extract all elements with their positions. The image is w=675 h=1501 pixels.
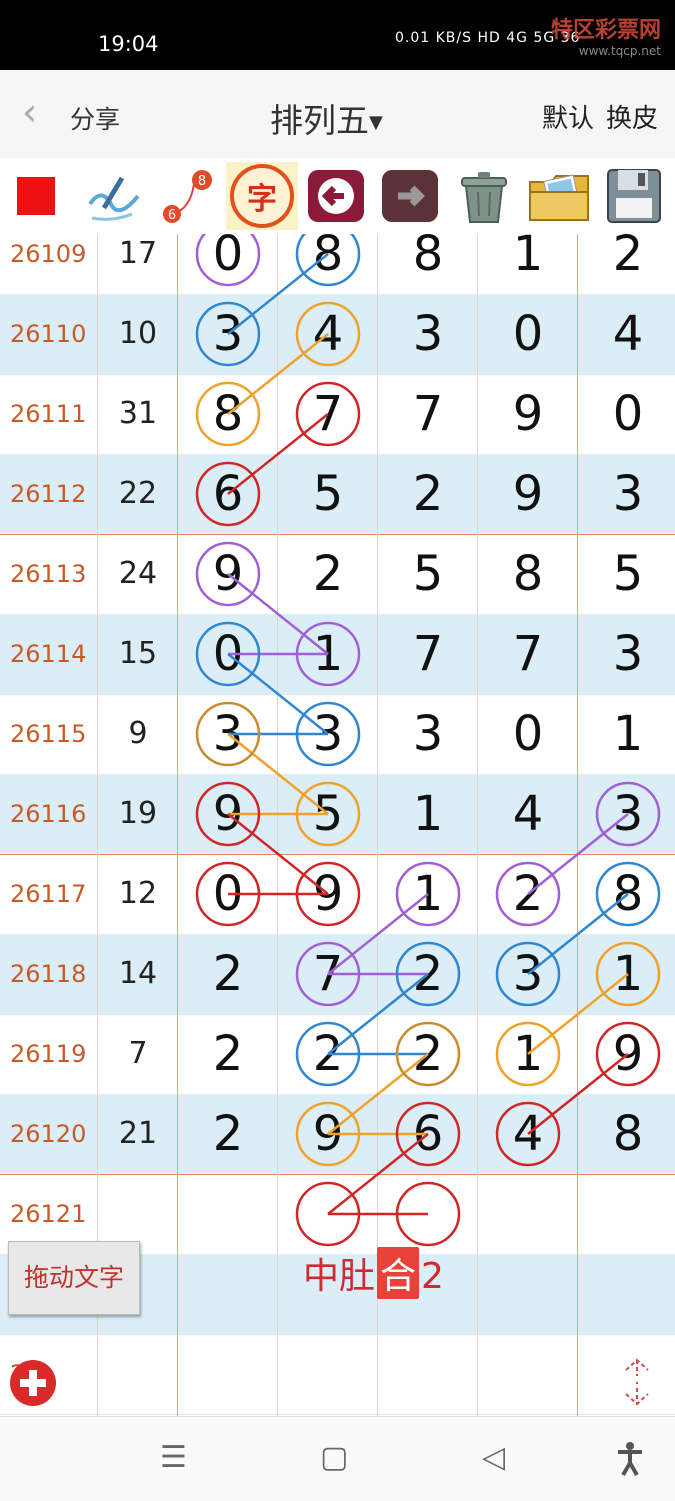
- draw-grid[interactable]: 26109 17 0 8 8 1 2 26110 10 3 4 3 0 4 26111 31 8 7 7 9 0 2611…: [0, 234, 675, 1416]
- connector-line: [527, 813, 629, 895]
- connector-line: [527, 1053, 629, 1135]
- circle-mark: [195, 234, 261, 287]
- floppy-save-icon[interactable]: [600, 162, 668, 230]
- lottery-type-dropdown[interactable]: 排列五▼: [270, 94, 383, 142]
- connector-line: [227, 733, 329, 815]
- connector-line: [227, 413, 329, 495]
- connector-line: [227, 333, 329, 415]
- drag-text-button[interactable]: 拖动文字: [8, 1241, 140, 1315]
- home-icon[interactable]: ▢: [320, 1443, 348, 1473]
- status-time: 19:04: [98, 32, 159, 56]
- text-annotation[interactable]: 中肚合 2: [303, 1247, 444, 1299]
- text-char-icon[interactable]: 字: [226, 162, 298, 230]
- system-nav-bar: ☰ ▢ ◁: [0, 1416, 675, 1501]
- watermark-logo: 特区彩票网: [550, 18, 661, 43]
- drawing-toolbar: 68 字: [0, 158, 675, 234]
- menu-icon[interactable]: ☰: [160, 1443, 187, 1473]
- redo-arrow-icon[interactable]: [376, 162, 444, 230]
- up-down-arrows-icon[interactable]: [620, 1356, 654, 1408]
- back-icon[interactable]: ◁: [482, 1443, 505, 1473]
- connector-line: [527, 893, 629, 975]
- red-square-icon[interactable]: [2, 162, 70, 230]
- pen-curve-icon[interactable]: [78, 162, 146, 230]
- accessibility-icon[interactable]: [616, 1441, 644, 1477]
- annotation-text: 中肚: [303, 1256, 376, 1297]
- change-skin-button[interactable]: 换皮: [606, 98, 658, 135]
- annotation-number: 2: [421, 1256, 444, 1297]
- connector-line: [227, 653, 329, 735]
- watermark-url: www.tqcp.net: [578, 44, 661, 58]
- connector-line: [227, 573, 329, 655]
- chevron-left-icon[interactable]: ‹: [22, 92, 37, 132]
- status-bar: 19:04 0.01 KB/S HD 4G 5G 36 特区彩票网 www.tq…: [0, 0, 675, 70]
- connector-line: [327, 1133, 429, 1215]
- triangle-down-icon: ▼: [369, 112, 383, 133]
- share-button[interactable]: 分享: [70, 100, 120, 136]
- plus-circle-icon[interactable]: [10, 1360, 56, 1406]
- undo-arrow-icon[interactable]: [302, 162, 370, 230]
- connector-line: [327, 1053, 429, 1135]
- trash-can-icon[interactable]: [450, 162, 518, 230]
- title-bar: ‹ 分享 排列五▼ 默认 换皮: [0, 70, 675, 159]
- link-icon-a: 6: [168, 208, 176, 223]
- connector-line: [227, 813, 329, 895]
- circle-mark: [295, 234, 361, 287]
- photo-folder-icon[interactable]: [526, 162, 594, 230]
- link-6-8-icon[interactable]: 68: [150, 162, 218, 230]
- connector-line: [527, 973, 629, 1055]
- annotation-box: 合: [377, 1247, 420, 1299]
- default-button[interactable]: 默认: [542, 98, 594, 135]
- connector-line: [327, 973, 429, 1055]
- page-title: 排列五: [270, 101, 369, 140]
- link-icon-b: 8: [198, 174, 206, 189]
- connector-line: [227, 253, 329, 335]
- connector-line: [327, 893, 429, 975]
- drawing-overlay: [195, 234, 661, 1247]
